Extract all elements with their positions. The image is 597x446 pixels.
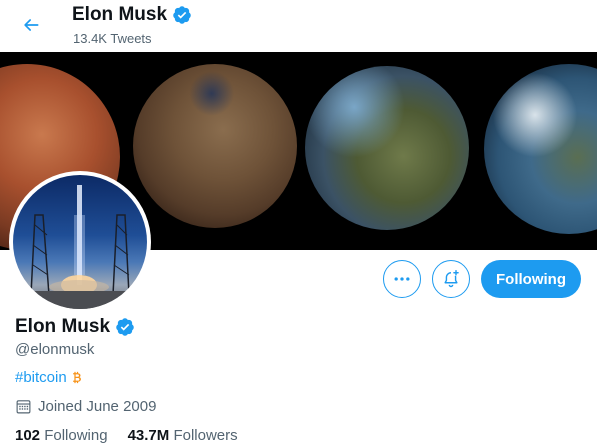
back-button[interactable] — [14, 8, 48, 42]
header-name-text: Elon Musk — [72, 4, 168, 25]
calendar-icon — [16, 400, 31, 414]
followers-label: Followers — [173, 427, 238, 444]
profile-name-text: Elon Musk — [15, 316, 111, 337]
following-button[interactable]: Following — [481, 260, 581, 298]
tweet-count: 13.4K Tweets — [73, 31, 152, 46]
profile-name: Elon Musk — [15, 316, 135, 338]
followers-count: 43.7M — [127, 427, 170, 444]
more-button[interactable] — [383, 260, 421, 298]
notifications-button[interactable] — [432, 260, 470, 298]
follow-stats: 102 Following 43.7M Followers — [15, 427, 238, 444]
more-dots-icon — [394, 277, 410, 281]
joined-date: Joined June 2009 — [15, 398, 156, 415]
earth-like-planet-image — [484, 64, 597, 234]
verified-badge-icon — [173, 6, 191, 24]
following-stat-link[interactable]: 102 Following — [15, 427, 108, 444]
followers-stat-link[interactable]: 43.7M Followers — [128, 427, 238, 444]
terraformed-planet-image — [305, 66, 469, 230]
bitcoin-hashtag-link[interactable]: #bitcoin — [15, 369, 67, 386]
following-label: Following — [44, 427, 108, 444]
verified-badge-icon — [116, 318, 134, 336]
bell-plus-icon — [444, 269, 459, 288]
following-count: 102 — [15, 427, 41, 444]
avatar-rocket-launch-image — [13, 175, 147, 309]
header-title: Elon Musk — [72, 4, 192, 26]
profile-handle: @elonmusk — [15, 341, 95, 358]
avatar[interactable] — [9, 171, 151, 313]
profile-header: Elon Musk 13.4K Tweets — [0, 0, 597, 52]
joined-text: Joined June 2009 — [38, 398, 157, 415]
terraforming-planet-image — [133, 64, 297, 228]
profile-bio: #bitcoin — [15, 369, 85, 386]
arrow-left-icon — [24, 19, 39, 31]
bitcoin-icon — [72, 371, 81, 384]
